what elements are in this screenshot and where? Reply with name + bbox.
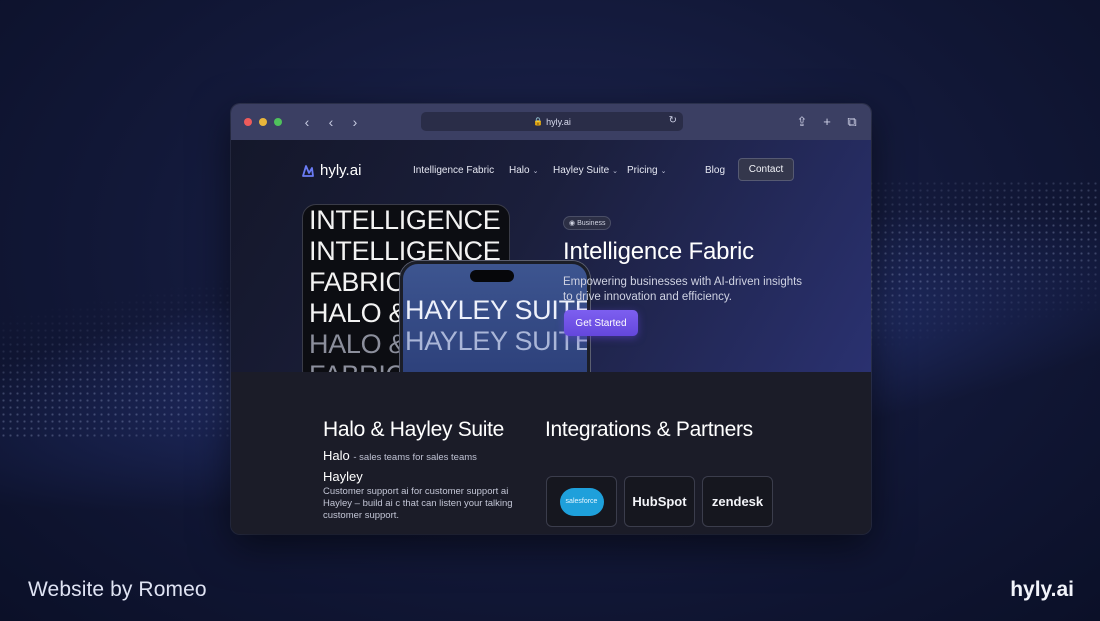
phone-text: HAYLEY SUITE [405,326,590,356]
nav-item-label: Intelligence Fabric [413,165,495,176]
nav-item-pricing[interactable]: Pricing ⌄ [627,165,666,176]
sidebar-toggle-icon[interactable]: ‹ [302,115,312,129]
integrations-title: Integrations & Partners [545,418,753,441]
nav-item-label: Halo [509,165,530,176]
nav-item-label: Blog [705,165,726,176]
brand-logo-text: hyly.ai [1010,578,1074,601]
hayley-label: Hayley [323,469,363,484]
nav-item-halo[interactable]: Halo ⌄ [509,165,538,176]
suite-title: Halo & Hayley Suite [323,418,505,441]
maximize-window-button[interactable] [274,118,282,126]
partner-card-hubspot[interactable]: HubSpot [624,476,695,527]
zendesk-logo: zendesk [711,494,764,509]
browser-actions: ⇪ + ⧉ [796,114,858,129]
nav-item-label: Pricing [627,165,658,176]
halo-description: - sales teams for sales teams [353,452,477,463]
address-bar[interactable]: 🔒 hyly.ai ↻ [421,112,683,131]
salesforce-logo-text: salesforce [565,498,598,505]
salesforce-logo: salesforce [559,487,604,516]
nav-item-intelligence-fabric[interactable]: Intelligence Fabric [413,165,494,176]
integrations-column: Integrations & Partners [545,418,805,442]
close-window-button[interactable] [244,118,252,126]
suite-column: Halo & Hayley Suite Halo - sales teams f… [323,418,543,522]
site-nav: hyly.ai Intelligence Fabric Halo ⌄ Hayley… [231,140,871,188]
hero-section: hyly.ai Intelligence Fabric Halo ⌄ Hayley… [231,140,871,372]
hero-big-text: INTELLIGENCE [309,205,501,235]
contact-button-label: Contact [748,164,784,175]
halo-row: Halo - sales teams for sales teams [323,448,543,463]
tab-overview-icon[interactable]: ⧉ [846,114,858,129]
hero-title: Intelligence Fabric [563,238,754,265]
nav-item-label: Hayley Suite [553,165,610,176]
hayley-description: Customer support ai for customer support… [323,486,513,521]
hero-description: Empowering businesses with AI-driven ins… [563,276,803,303]
website: hyly.ai Intelligence Fabric Halo ⌄ Hayley… [231,140,871,534]
chevron-down-icon: ⌄ [660,168,667,175]
chevron-down-icon: ⌄ [532,168,539,175]
window-controls [244,118,282,126]
credit-text: Website by Romeo [28,578,207,601]
browser-window: ‹ ‹ › 🔒 hyly.ai ↻ ⇪ + ⧉ hyly.ai Intellig… [231,104,871,534]
lock-icon: 🔒 [533,117,544,126]
minimize-window-button[interactable] [259,118,267,126]
browser-nav-controls: ‹ ‹ › [302,115,360,129]
chevron-down-icon: ⌄ [612,168,619,175]
new-tab-icon[interactable]: + [821,114,833,129]
partner-card-salesforce[interactable]: salesforce [546,476,617,527]
get-started-label: Get Started [575,317,627,329]
browser-titlebar: ‹ ‹ › 🔒 hyly.ai ↻ ⇪ + ⧉ [231,104,871,140]
nav-item-blog[interactable]: Blog [705,165,725,176]
hubspot-logo: HubSpot [632,494,687,509]
badge-label: Business [577,220,606,227]
share-icon[interactable]: ⇪ [796,114,808,129]
site-logo[interactable]: hyly.ai [301,162,361,179]
badge-dot-icon: ◉ [569,220,578,227]
get-started-button[interactable]: Get Started [564,310,638,336]
back-icon[interactable]: ‹ [326,115,336,129]
partner-card-zendesk[interactable]: zendesk [702,476,773,527]
phone-notch [470,270,514,282]
hero-copy: ◉ Business Intelligence Fabric Empowerin… [563,212,823,305]
reload-icon[interactable]: ↻ [669,115,677,126]
logo-icon [302,164,314,177]
nav-item-hayley-suite[interactable]: Hayley Suite ⌄ [553,165,618,176]
features-section: Halo & Hayley Suite Halo - sales teams f… [231,372,871,534]
logo-text: hyly.ai [320,162,362,179]
contact-button[interactable]: Contact [738,158,794,181]
category-badge: ◉ Business [563,216,612,230]
phone-mockup: HAYLEY SUITE HAYLEY SUITE [400,261,590,372]
forward-icon[interactable]: › [350,115,360,129]
halo-label: Halo [323,448,350,463]
partner-logos: salesforce HubSpot zendesk [546,476,773,527]
url-text: hyly.ai [546,116,571,127]
